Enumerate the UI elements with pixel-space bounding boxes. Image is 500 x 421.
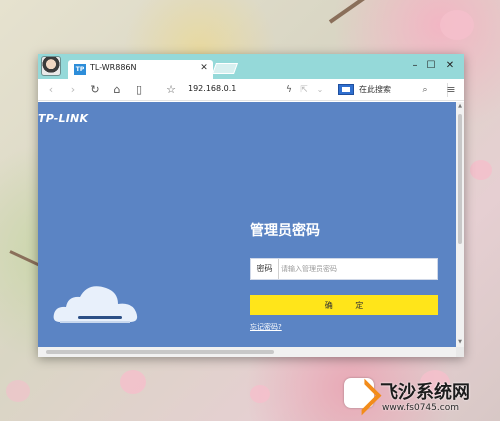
refresh-icon[interactable]: ↻ xyxy=(88,83,102,97)
back-arrow-icon[interactable]: ‹ xyxy=(44,83,58,97)
scrollbar-corner xyxy=(456,347,464,357)
watermark-url: www.fs0745.com xyxy=(382,403,459,413)
tplink-logo: TP-LINK xyxy=(38,112,89,125)
address-bar[interactable]: 192.168.0.1 xyxy=(188,84,236,93)
scroll-up-icon[interactable]: ▲ xyxy=(457,103,463,109)
tplink-favicon-icon: TP xyxy=(74,64,86,75)
title-bar[interactable]: TP TL-WR886N ✕ – ☐ ✕ xyxy=(38,54,464,79)
home-icon[interactable]: ⌂ xyxy=(110,83,124,97)
favorite-star-icon[interactable]: ☆ xyxy=(164,83,178,97)
tab-router-admin[interactable]: TP TL-WR886N ✕ xyxy=(68,60,213,79)
confirm-button[interactable]: 确 定 xyxy=(250,295,438,315)
scroll-down-icon[interactable]: ▼ xyxy=(457,339,463,345)
navigation-toolbar: ‹ › ↻ ⌂ ▯ ☆ 192.168.0.1 ϟ ⇱ ⌄ 在此搜索 ⌕ ≡ xyxy=(38,79,464,101)
branch-decoration xyxy=(328,0,430,24)
vertical-scrollbar[interactable]: ▲ ▼ xyxy=(456,102,464,347)
close-tab-icon[interactable]: ✕ xyxy=(199,63,209,73)
tab-title: TL-WR886N xyxy=(90,63,137,72)
password-input[interactable] xyxy=(281,261,435,277)
login-title: 管理员密码 xyxy=(250,223,320,239)
blossom-decoration xyxy=(440,10,474,40)
reading-mode-icon[interactable]: ▯ xyxy=(132,83,146,97)
menu-icon[interactable]: ≡ xyxy=(444,83,458,97)
chevron-down-icon[interactable]: ⌄ xyxy=(313,83,327,97)
watermark-title: 飞沙系统网 xyxy=(380,382,470,403)
browser-window: TP TL-WR886N ✕ – ☐ ✕ ‹ › ↻ ⌂ ▯ ☆ 192.168… xyxy=(38,54,464,357)
vertical-scroll-thumb[interactable] xyxy=(458,114,462,244)
router-login-page: TP-LINK 管理员密码 密码 确 定 忘记密码? xyxy=(38,102,456,347)
forgot-password-link[interactable]: 忘记密码? xyxy=(250,322,282,332)
close-window-button[interactable]: ✕ xyxy=(443,60,457,72)
blossom-decoration xyxy=(250,385,270,403)
password-label: 密码 xyxy=(251,259,279,279)
maximize-button[interactable]: ☐ xyxy=(424,60,438,72)
new-tab-button[interactable] xyxy=(211,63,239,74)
minimize-button[interactable]: – xyxy=(408,60,422,72)
blossom-decoration xyxy=(6,380,30,402)
blossom-decoration xyxy=(470,160,492,180)
cloud-illustration xyxy=(53,286,138,323)
horizontal-scroll-thumb[interactable] xyxy=(46,350,274,354)
user-avatar[interactable] xyxy=(41,56,61,76)
password-field[interactable]: 密码 xyxy=(250,258,438,280)
share-icon[interactable]: ⇱ xyxy=(297,83,311,97)
forward-arrow-icon[interactable]: › xyxy=(66,83,80,97)
blossom-decoration xyxy=(120,370,146,394)
search-box[interactable]: 在此搜索 xyxy=(359,84,391,95)
horizontal-scrollbar[interactable] xyxy=(38,347,456,357)
site-watermark-logo-icon xyxy=(344,378,374,408)
search-icon[interactable]: ⌕ xyxy=(418,83,432,97)
lightning-icon[interactable]: ϟ xyxy=(282,83,296,97)
cloud-shadow xyxy=(78,316,122,319)
search-engine-selector[interactable] xyxy=(338,84,354,95)
